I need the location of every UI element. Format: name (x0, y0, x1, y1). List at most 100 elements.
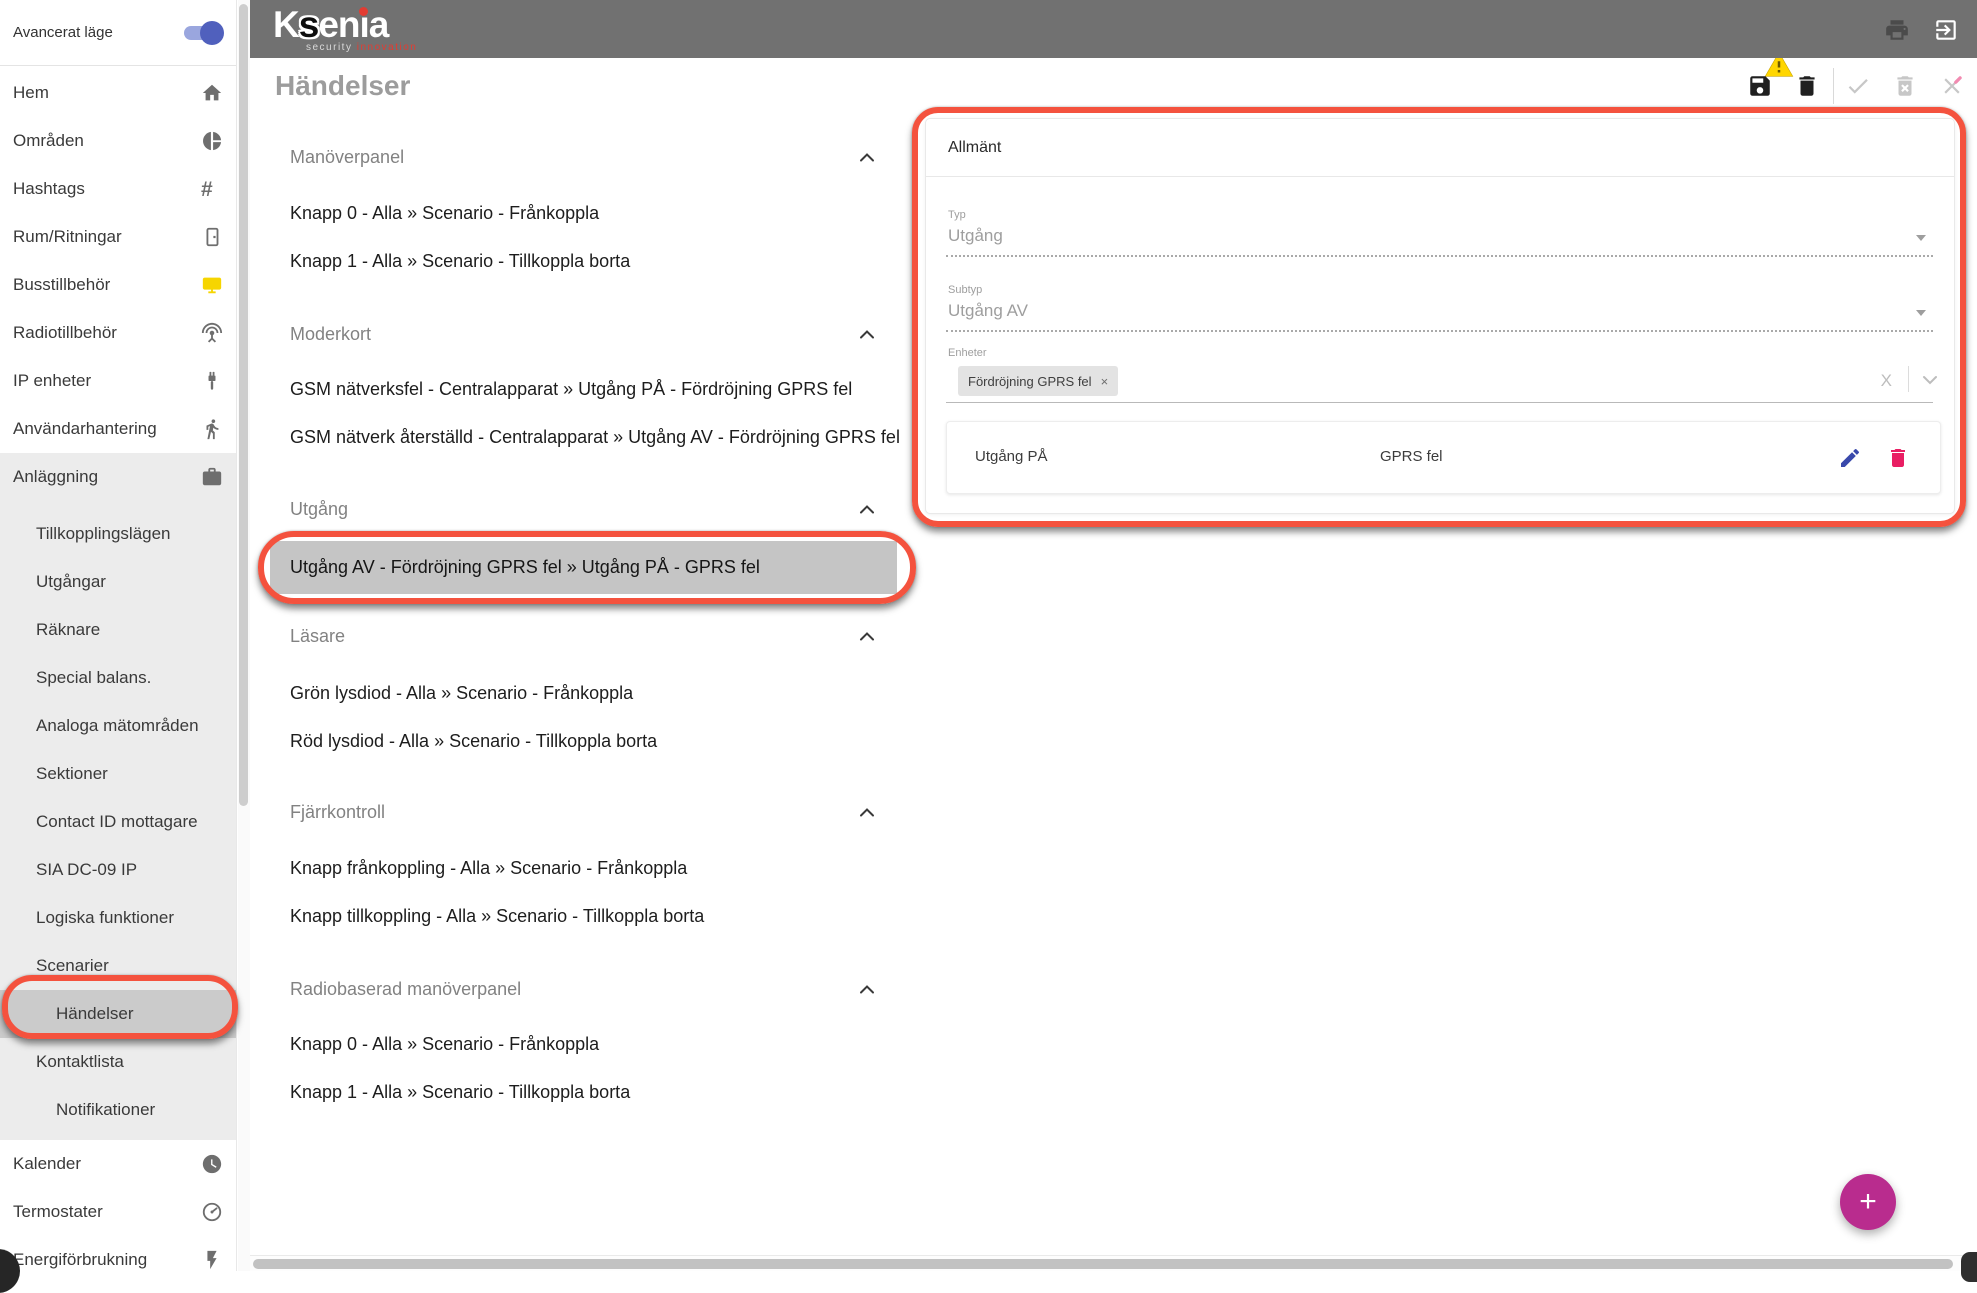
horizontal-scrollbar-thumb[interactable] (253, 1259, 1953, 1269)
event-item[interactable]: GSM nätverk återställd - Centralapparat … (290, 420, 900, 454)
typ-label: Typ (948, 209, 966, 221)
horizontal-scrollbar[interactable] (250, 1255, 1977, 1271)
event-section-radiobaserad: Radiobaserad manöverpanel (290, 972, 875, 1006)
advanced-mode-label: Avancerat läge (13, 24, 113, 41)
subtyp-dropdown-arrow-icon[interactable] (1916, 310, 1926, 316)
printer-icon[interactable] (1884, 17, 1910, 43)
sidebar-item-tillkopplingslagen[interactable]: Tillkopplingslägen (0, 510, 236, 558)
enheter-label: Enheter (948, 347, 987, 359)
edit-icon[interactable] (1838, 446, 1862, 470)
sidebar-item-radiotillbehor[interactable]: Radiotillbehör (0, 309, 236, 357)
sidebar-item-sektioner[interactable]: Sektioner (0, 750, 236, 798)
action-row-card: Utgång PÅ GPRS fel (946, 421, 1941, 494)
sidebar-scrollbar-thumb[interactable] (239, 4, 248, 806)
toggle-knob (200, 21, 224, 45)
toolbar-divider (1833, 68, 1834, 104)
walking-person-icon (201, 418, 223, 440)
sidebar-item-termostater[interactable]: Termostater (0, 1188, 236, 1236)
chevron-up-icon[interactable] (859, 808, 875, 817)
sidebar-item-scenarier[interactable]: Scenarier (0, 942, 236, 990)
save-icon[interactable] (1747, 73, 1773, 99)
typ-dropdown-arrow-icon[interactable] (1916, 235, 1926, 241)
delete-icon[interactable] (1794, 73, 1820, 99)
sidebar-item-logiska-funktioner[interactable]: Logiska funktioner (0, 894, 236, 942)
subtyp-label: Subtyp (948, 284, 982, 296)
sidebar-item-rum-ritningar[interactable]: Rum/Ritningar (0, 213, 236, 261)
sidebar-item-busstillbehor[interactable]: Busstillbehör (0, 261, 236, 309)
lightning-bolt-icon (201, 1249, 223, 1271)
exit-icon[interactable] (1933, 17, 1959, 43)
confirm-icon[interactable] (1845, 73, 1871, 99)
enheter-chip[interactable]: Fördröjning GPRS fel × (958, 366, 1118, 396)
sidebar-item-anlaggning[interactable]: Anläggning (0, 453, 236, 501)
clear-edit-icon[interactable] (1939, 73, 1965, 99)
sidebar-item-energiforbrukning[interactable]: Energiförbrukning (0, 1236, 236, 1284)
door-icon (201, 226, 223, 248)
event-item[interactable]: Knapp frånkoppling - Alla » Scenario - F… (290, 851, 687, 885)
event-item[interactable]: Knapp 0 - Alla » Scenario - Frånkoppla (290, 1027, 599, 1061)
action-row-event: Utgång PÅ (975, 448, 1048, 465)
clock-icon (201, 1153, 223, 1175)
chevron-down-icon[interactable] (1922, 375, 1938, 385)
bottom-right-corner-shape (1961, 1252, 1977, 1282)
sidebar-nav: Hem Områden Hashtags # Rum/Ritningar Bus… (0, 66, 236, 1284)
page-title: Händelser (275, 70, 410, 102)
thermostat-icon (201, 1201, 223, 1223)
sidebar-item-analoga-matomraden[interactable]: Analoga mätområden (0, 702, 236, 750)
enheter-control-divider (1908, 366, 1909, 392)
panel-divider (926, 176, 1954, 177)
event-item[interactable]: Knapp tillkoppling - Alla » Scenario - T… (290, 899, 704, 933)
enheter-clear-icon[interactable]: X (1881, 371, 1892, 391)
sidebar-item-utgangar[interactable]: Utgångar (0, 558, 236, 606)
sidebar-item-notifikationer[interactable]: Notifikationer (0, 1086, 236, 1134)
chip-remove-icon[interactable]: × (1101, 374, 1109, 389)
sidebar-item-sia-dc09-ip[interactable]: SIA DC-09 IP (0, 846, 236, 894)
event-section-moderkort: Moderkort (290, 317, 875, 351)
logo-text: Ksenia (273, 4, 417, 46)
briefcase-icon (201, 466, 223, 488)
sidebar-scrollbar[interactable] (238, 0, 250, 1271)
sidebar-item-contact-id-mottagare[interactable]: Contact ID mottagare (0, 798, 236, 846)
event-item[interactable]: Grön lysdiod - Alla » Scenario - Frånkop… (290, 676, 633, 710)
sidebar-item-anvandarhantering[interactable]: Användarhantering (0, 405, 236, 453)
sidebar-item-hashtags[interactable]: Hashtags # (0, 165, 236, 213)
event-item-selected[interactable]: Utgång AV - Fördröjning GPRS fel » Utgån… (270, 541, 897, 594)
chevron-up-icon[interactable] (859, 505, 875, 514)
antenna-icon (201, 322, 223, 344)
sidebar-item-hem[interactable]: Hem (0, 69, 236, 117)
add-event-fab[interactable]: + (1840, 1174, 1896, 1230)
chevron-up-icon[interactable] (859, 330, 875, 339)
hashtag-icon: # (201, 178, 223, 200)
sidebar-section-anlaggning: Anläggning Tillkopplingslägen Utgångar R… (0, 453, 236, 1140)
action-row-target: GPRS fel (1380, 448, 1443, 465)
sidebar-item-omraden[interactable]: Områden (0, 117, 236, 165)
enheter-underline (946, 402, 1933, 403)
event-item[interactable]: Röd lysdiod - Alla » Scenario - Tillkopp… (290, 724, 657, 758)
sidebar-item-raknare[interactable]: Räknare (0, 606, 236, 654)
chevron-up-icon[interactable] (859, 632, 875, 641)
sidebar-item-special-balans[interactable]: Special balans. (0, 654, 236, 702)
sidebar-item-kalender[interactable]: Kalender (0, 1140, 236, 1188)
remove-row-icon[interactable] (1886, 446, 1910, 470)
event-section-lasare: Läsare (290, 619, 875, 653)
chevron-up-icon[interactable] (859, 153, 875, 162)
sidebar-item-kontaktlista[interactable]: Kontaktlista (0, 1038, 236, 1086)
detail-panel: Allmänt Typ Utgång Subtyp Utgång AV Enhe… (925, 118, 1955, 514)
advanced-mode-toggle[interactable] (184, 21, 230, 45)
delete-forever-icon[interactable] (1892, 73, 1918, 99)
bus-accessory-icon (201, 274, 223, 296)
sidebar: Avancerat läge Hem Områden Hashtags # Ru… (0, 0, 237, 1271)
chevron-up-icon[interactable] (859, 985, 875, 994)
advanced-mode-row: Avancerat läge (0, 0, 236, 66)
event-item[interactable]: Knapp 0 - Alla » Scenario - Frånkoppla (290, 196, 599, 230)
event-item[interactable]: Knapp 1 - Alla » Scenario - Tillkoppla b… (290, 244, 630, 278)
sidebar-item-handelser-selected[interactable]: Händelser (0, 990, 236, 1038)
typ-value: Utgång (948, 226, 1003, 246)
event-item[interactable]: Knapp 1 - Alla » Scenario - Tillkoppla b… (290, 1075, 630, 1109)
typ-underline (946, 255, 1933, 257)
sidebar-item-ip-enheter[interactable]: IP enheter (0, 357, 236, 405)
event-section-fjarrkontroll: Fjärrkontroll (290, 795, 875, 829)
event-item[interactable]: GSM nätverksfel - Centralapparat » Utgån… (290, 372, 852, 406)
panel-title: Allmänt (948, 139, 1001, 157)
subtyp-value: Utgång AV (948, 301, 1028, 321)
